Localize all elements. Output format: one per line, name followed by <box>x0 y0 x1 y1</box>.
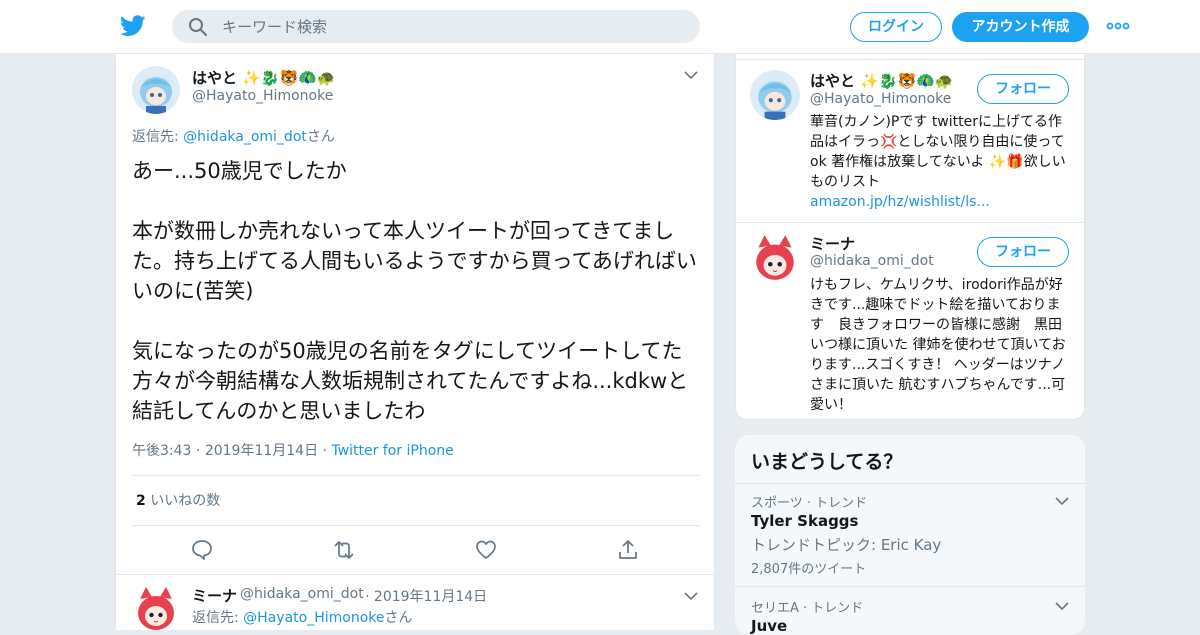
likes-count[interactable]: 2 いいねの数 <box>136 490 220 510</box>
chevron-down-icon[interactable] <box>1055 601 1069 611</box>
chevron-down-icon[interactable] <box>684 591 698 601</box>
reply-author-name[interactable]: ミーナ <box>192 585 237 606</box>
login-button[interactable]: ログイン <box>850 12 942 42</box>
reply-to-line: 返信先: @hidaka_omi_dotさん <box>132 126 335 146</box>
likes-label: いいねの数 <box>150 493 221 509</box>
trend-item[interactable]: スポーツ · トレンド Tyler Skaggs トレンドトピック: Eric … <box>735 483 1085 587</box>
reply-date[interactable]: · 2019年11月14日 <box>365 586 487 606</box>
tweet-date[interactable]: 2019年11月14日 <box>205 443 318 459</box>
sidebar-users-card: はやと ✨🐉🐯🦚🐢 @Hayato_Himonoke フォロー 華音(カノン)P… <box>735 54 1085 420</box>
trends-title: いまどうしてる？ <box>751 451 903 473</box>
trend-category: スポーツ · トレンド <box>751 496 868 511</box>
sidebar-user-name[interactable]: はやと ✨🐉🐯🦚🐢 <box>810 70 954 91</box>
signup-button[interactable]: アカウント作成 <box>952 12 1089 42</box>
trends-card: いまどうしてる？ スポーツ · トレンド Tyler Skaggs トレンドトピ… <box>735 435 1085 635</box>
divider <box>132 475 700 476</box>
sidebar-user-bio-text: 華音(カノン)Pです twitterに上げてる作品はイラっ💢としない限り自由に使… <box>810 114 1066 190</box>
trend-name[interactable]: Tyler Skaggs <box>751 512 858 530</box>
trend-category: セリエA · トレンド <box>751 601 864 616</box>
avatar-hayato-icon <box>750 70 800 120</box>
reply-tweet[interactable]: ミーナ @hidaka_omi_dot · 2019年11月14日 返信先: @… <box>116 574 714 630</box>
tweet-detail-column: はやと ✨🐉🐯🦚🐢 @Hayato_Himonoke 返信先: @hidaka_… <box>115 54 715 630</box>
trend-tweet-count: 2,807件のツイート <box>751 562 867 577</box>
twitter-logo-icon[interactable] <box>120 14 146 38</box>
search-bar[interactable] <box>172 10 700 43</box>
wishlist-link[interactable]: amazon.jp/hz/wishlist/ls... <box>810 194 990 210</box>
likes-number: 2 <box>136 493 146 509</box>
reply-date-separator: · <box>365 589 374 605</box>
reply-to-line: 返信先: @Hayato_Himonokeさん <box>192 607 412 627</box>
sidebar-user-bio: 華音(カノン)Pです twitterに上げてる作品はイラっ💢としない限り自由に使… <box>810 112 1072 212</box>
divider <box>736 59 1084 60</box>
search-icon <box>189 18 207 36</box>
tweet-text: あー...50歳児でしたか 本が数冊しか売れないって本人ツイートが回ってきてまし… <box>132 159 697 423</box>
reply-to-link[interactable]: @Hayato_Himonoke <box>243 610 384 626</box>
share-icon[interactable] <box>616 538 640 562</box>
reply-date-text[interactable]: 2019年11月14日 <box>374 589 487 605</box>
avatar-mina-icon <box>750 233 800 283</box>
reply-icon[interactable] <box>190 538 214 562</box>
reply-author-handle[interactable]: @hidaka_omi_dot <box>240 586 364 602</box>
avatar[interactable] <box>750 233 800 283</box>
sidebar-user-handle[interactable]: @hidaka_omi_dot <box>810 253 934 269</box>
tweet-author-handle[interactable]: @Hayato_Himonoke <box>192 88 333 104</box>
avatar[interactable] <box>750 70 800 120</box>
reply-suffix: さん <box>306 129 335 145</box>
like-heart-icon[interactable] <box>474 538 498 562</box>
tweet-time[interactable]: 午後3:43 <box>132 443 191 459</box>
divider <box>132 525 700 526</box>
retweet-icon[interactable] <box>332 538 356 562</box>
chevron-down-icon[interactable] <box>1055 496 1069 506</box>
chevron-down-icon[interactable] <box>684 70 698 80</box>
trend-name[interactable]: Juve <box>751 617 787 635</box>
sidebar-user-handle[interactable]: @Hayato_Himonoke <box>810 91 951 107</box>
search-input[interactable] <box>222 10 682 43</box>
avatar-mina-icon <box>132 585 180 630</box>
more-options-icon[interactable] <box>1106 18 1130 34</box>
reply-suffix: さん <box>384 610 413 626</box>
sidebar-user-name[interactable]: ミーナ <box>810 233 855 254</box>
follow-button[interactable]: フォロー <box>977 74 1069 104</box>
sidebar-user-bio: けもフレ、ケムリクサ、irodori作品が好きです...趣味でドット絵を描いてお… <box>810 277 1066 413</box>
follow-button[interactable]: フォロー <box>977 237 1069 267</box>
top-navigation-bar: ログイン アカウント作成 <box>0 0 1200 54</box>
avatar[interactable] <box>132 585 180 630</box>
divider <box>736 222 1084 223</box>
avatar-hayato-icon <box>132 66 180 114</box>
tweet-source-link[interactable]: Twitter for iPhone <box>331 443 453 459</box>
reply-prefix: 返信先: <box>132 129 184 145</box>
avatar[interactable] <box>132 66 180 114</box>
tweet-metadata: 午後3:43 · 2019年11月14日 · Twitter for iPhon… <box>132 443 454 459</box>
tweet-author-name[interactable]: はやと ✨🐉🐯🦚🐢 <box>192 67 336 88</box>
reply-prefix: 返信先: <box>192 610 244 626</box>
trend-item[interactable]: セリエA · トレンド Juve <box>735 586 1085 635</box>
reply-to-link[interactable]: @hidaka_omi_dot <box>183 129 307 145</box>
trend-topic: トレンドトピック: Eric Kay <box>751 536 942 554</box>
